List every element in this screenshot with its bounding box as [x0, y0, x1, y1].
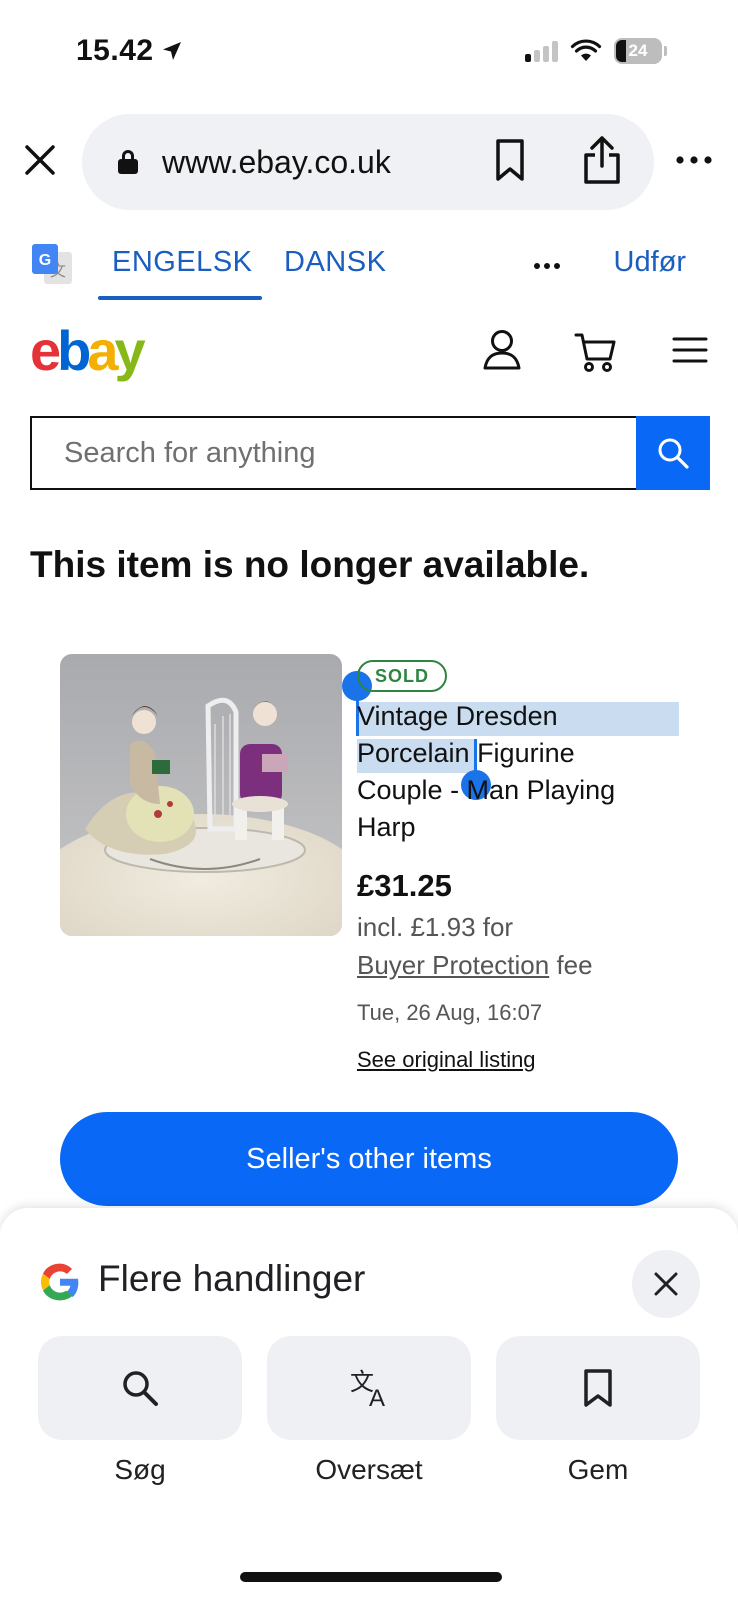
user-icon[interactable] [482, 328, 522, 370]
more-icon[interactable] [674, 152, 714, 168]
menu-icon[interactable] [672, 336, 708, 364]
buyer-protection-link[interactable]: Buyer Protection [357, 950, 549, 980]
price-note-prefix: incl. £1.93 for [357, 912, 514, 942]
translate-icon: 文 A [350, 1368, 385, 1410]
title-rest-3: Harp [357, 812, 416, 842]
translate-action-button[interactable]: 文 A [267, 1336, 471, 1440]
title-rest-2: Couple - Man Playing [357, 775, 616, 805]
lock-icon [118, 150, 138, 174]
title-selected-1: Vintage Dresden [357, 701, 558, 731]
wifi-icon [570, 39, 602, 61]
battery-level: 24 [628, 41, 648, 60]
logo-letter-y: y [114, 319, 146, 382]
price-note: incl. £1.93 for Buyer Protection fee [357, 908, 687, 984]
search-action-button[interactable] [38, 1336, 242, 1440]
home-indicator[interactable] [240, 1572, 502, 1582]
ebay-header: ebay [0, 318, 738, 388]
sheet-close-button[interactable] [632, 1250, 700, 1318]
bookmark-icon [584, 1369, 612, 1407]
title-selected-2: Porcelain [357, 738, 470, 768]
active-tab-indicator [98, 296, 262, 300]
browser-toolbar: www.ebay.co.uk [0, 112, 738, 210]
search-bar: Search for anything [30, 416, 710, 490]
status-bar: 15.42 24 [0, 0, 738, 100]
search-input[interactable]: Search for anything [30, 416, 636, 490]
google-logo-icon [40, 1263, 79, 1301]
title-rest-1: Figurine [469, 738, 575, 768]
more-actions-sheet: Flere handlinger 文 A Søg Oversæt Gem [0, 1208, 738, 1600]
sheet-title: Flere handlinger [98, 1258, 366, 1299]
sold-date: Tue, 26 Aug, 16:07 [357, 1000, 543, 1025]
svg-text:A: A [369, 1385, 385, 1410]
sold-badge: SOLD [357, 660, 447, 692]
tab-danish[interactable]: DANSK [284, 246, 386, 279]
translate-bar: 文 G ENGELSK DANSK Udfør [0, 232, 738, 302]
done-button[interactable]: Udfør [614, 246, 687, 279]
save-action-label: Gem [567, 1454, 629, 1485]
search-action-label: Søg [114, 1454, 166, 1485]
logo-letter-a: a [87, 319, 118, 382]
item-title[interactable]: Vintage Dresden Porcelain Figurine Coupl… [357, 698, 687, 846]
address-bar[interactable]: www.ebay.co.uk [82, 114, 654, 210]
close-icon[interactable] [22, 142, 58, 178]
more-options-icon[interactable] [533, 262, 561, 270]
svg-text:G: G [39, 252, 51, 269]
bookmark-icon[interactable] [490, 138, 530, 182]
clock: 15.42 [76, 34, 154, 67]
item-price: £31.25 [357, 868, 452, 903]
status-indicators: 24 [525, 38, 667, 64]
status-time: 15.42 [76, 34, 184, 68]
logo-letter-b: b [57, 319, 91, 382]
save-action-button[interactable] [496, 1336, 700, 1440]
url-text: www.ebay.co.uk [162, 143, 391, 180]
search-button[interactable] [636, 416, 710, 490]
price-note-suffix: fee [549, 950, 593, 980]
location-arrow-icon [162, 42, 181, 60]
sellers-other-items-button[interactable]: Seller's other items [60, 1112, 678, 1206]
see-original-listing-link[interactable]: See original listing [357, 1047, 536, 1073]
ebay-logo[interactable]: ebay [30, 318, 146, 383]
logo-letter-e: e [30, 319, 61, 382]
cart-icon[interactable] [574, 330, 618, 374]
share-icon[interactable] [580, 134, 624, 186]
search-icon [123, 1371, 158, 1406]
search-icon [658, 438, 689, 469]
tab-english[interactable]: ENGELSK [112, 246, 253, 279]
translate-action-label: Oversæt [315, 1454, 423, 1485]
battery-icon: 24 [614, 38, 667, 64]
cellular-signal-icon [525, 40, 558, 62]
item-image[interactable] [60, 654, 342, 936]
google-translate-icon: 文 G [32, 244, 72, 284]
page-title: This item is no longer available. [30, 544, 590, 585]
close-icon [654, 1272, 678, 1296]
